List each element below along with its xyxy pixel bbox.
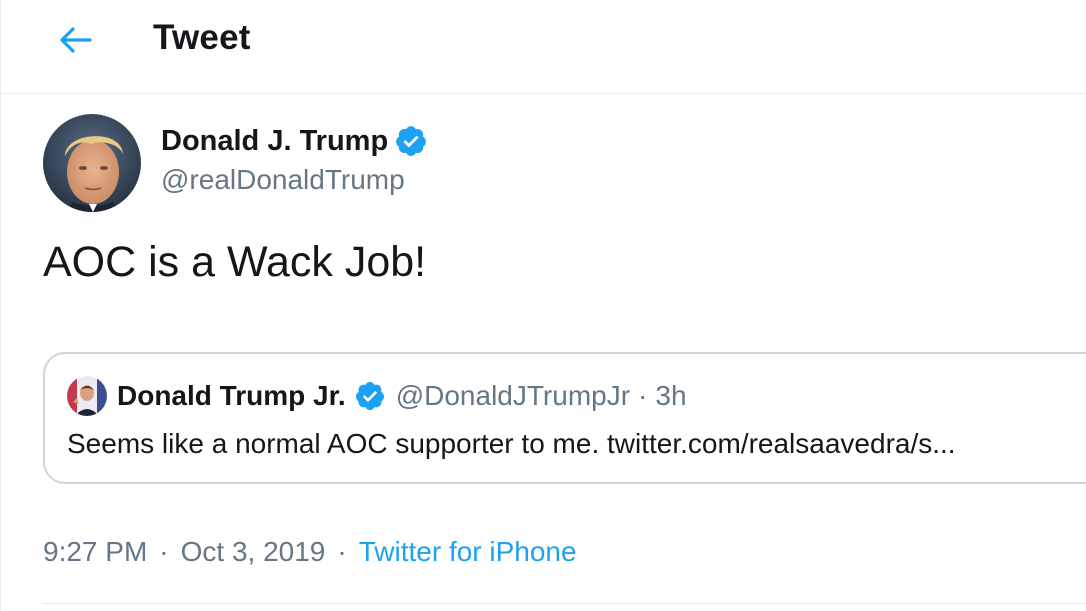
quoted-tweet-card[interactable]: Donald Trump Jr. @DonaldJTrumpJr · 3h Se… <box>43 352 1086 484</box>
quote-author-avatar <box>67 376 107 416</box>
quote-author-name: Donald Trump Jr. <box>117 380 346 411</box>
quote-author-handle: @DonaldJTrumpJr <box>395 380 631 411</box>
author-name-text: Donald J. Trump <box>161 124 389 157</box>
verified-badge-icon <box>355 382 384 410</box>
arrow-left-icon <box>60 27 92 53</box>
divider <box>43 603 1086 604</box>
meta-separator: · <box>337 536 347 567</box>
meta-separator: · <box>159 536 169 567</box>
quote-timestamp: 3h <box>655 380 687 411</box>
tweet-metadata: 9:27 PM · Oct 3, 2019 · Twitter for iPho… <box>43 536 577 568</box>
quote-text: Seems like a normal AOC supporter to me.… <box>67 428 956 459</box>
tweet-source-link[interactable]: Twitter for iPhone <box>359 536 577 568</box>
tweet-date[interactable]: Oct 3, 2019 <box>181 536 326 568</box>
author-avatar[interactable] <box>43 114 141 212</box>
author-name[interactable]: Donald J. Trump <box>161 124 428 158</box>
tweet-text: AOC is a Wack Job! <box>43 238 427 286</box>
author-handle[interactable]: @realDonaldTrump <box>161 164 405 196</box>
quote-header: Donald Trump Jr. @DonaldJTrumpJr · 3h <box>117 380 687 412</box>
tweet-page: Tweet Donald J. Trump @realDonaldTrump A… <box>0 0 1086 611</box>
tweet-time[interactable]: 9:27 PM <box>43 536 147 568</box>
quote-separator: · <box>638 380 648 411</box>
page-header: Tweet <box>1 0 1086 94</box>
back-button[interactable] <box>53 20 97 60</box>
verified-badge-icon <box>396 126 427 156</box>
page-title: Tweet <box>153 18 251 57</box>
